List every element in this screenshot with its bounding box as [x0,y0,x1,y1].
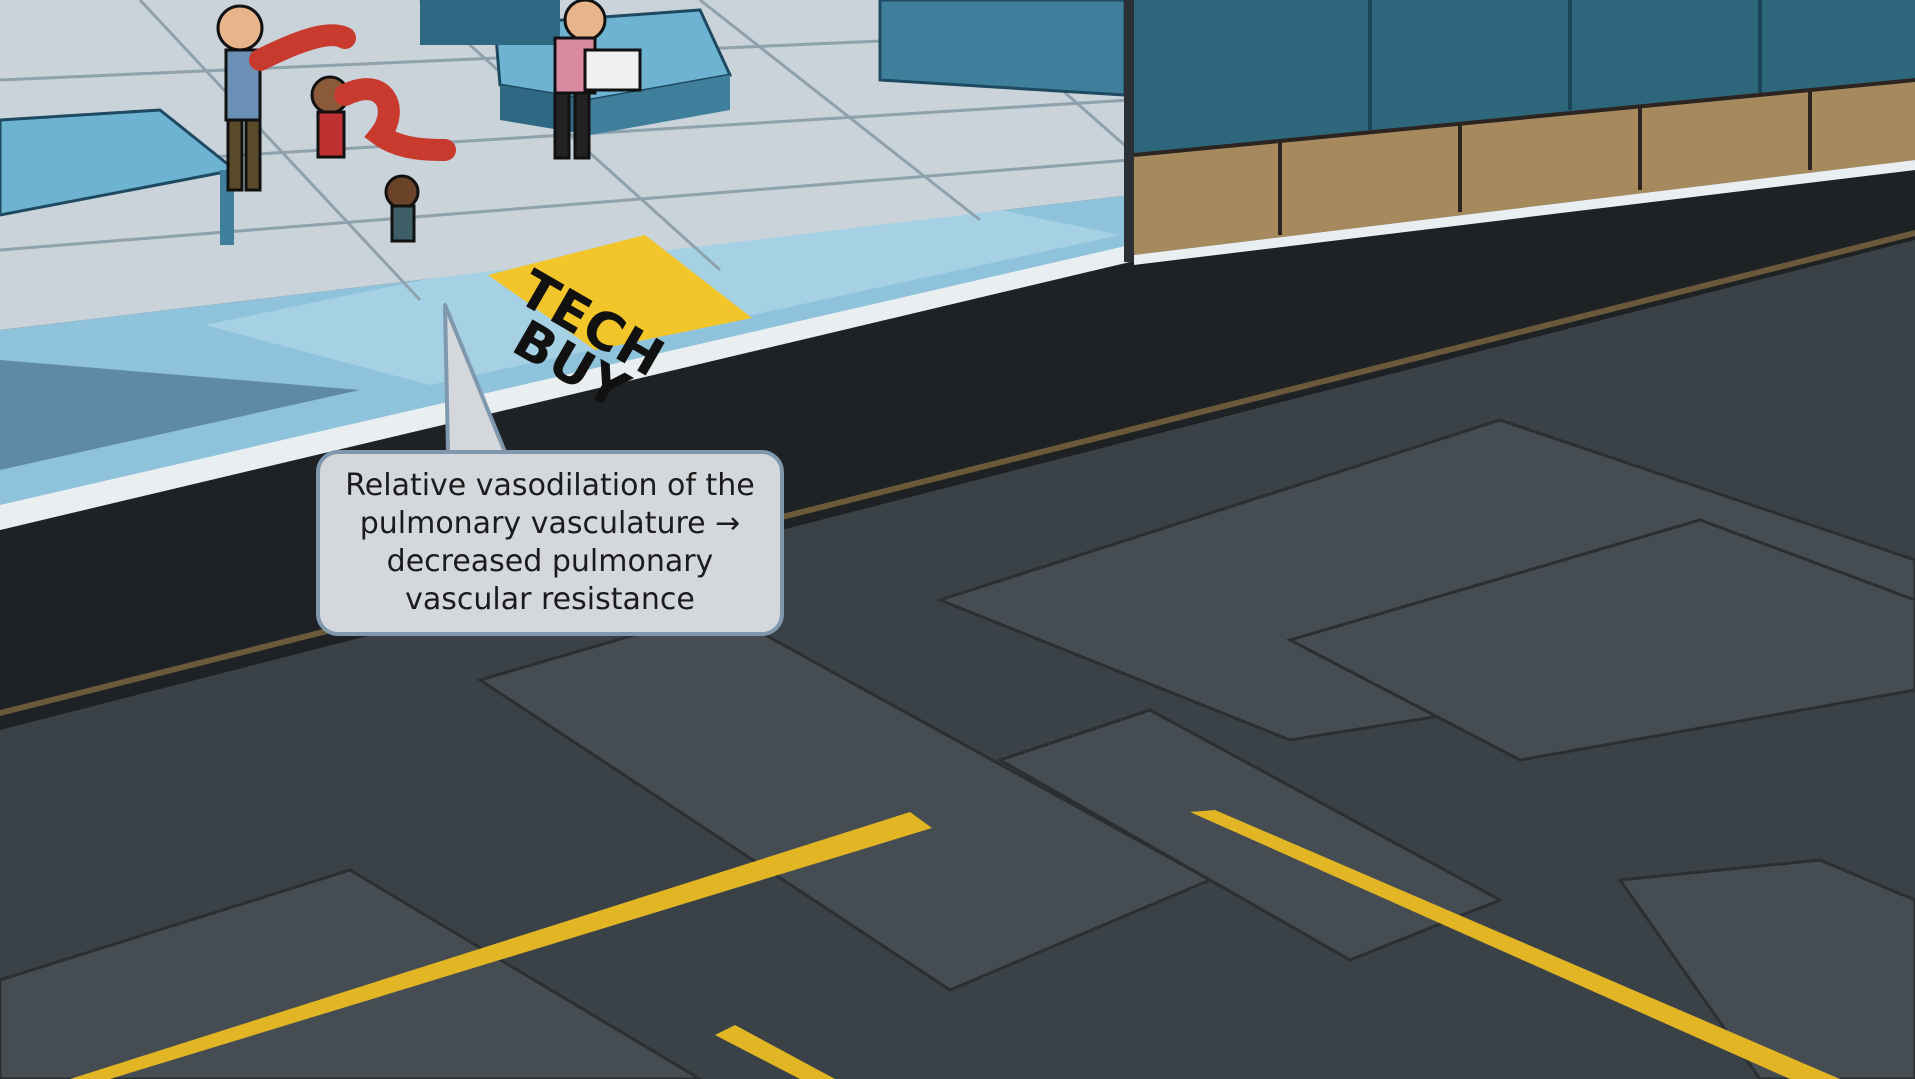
store-wall-edge [1124,0,1134,262]
appliance-box [583,48,642,92]
comic-scene: TECH BUY Relative vasodilation of the pu… [0,0,1915,1079]
small-child-head [384,174,420,210]
shopper-head [216,4,264,52]
shopper-2-head [563,0,607,42]
explanation-callout: Relative vasodilation of the pulmonary v… [316,450,784,636]
callout-text: Relative vasodilation of the pulmonary v… [345,468,755,617]
street-illustration: TECH BUY [0,0,1915,1079]
